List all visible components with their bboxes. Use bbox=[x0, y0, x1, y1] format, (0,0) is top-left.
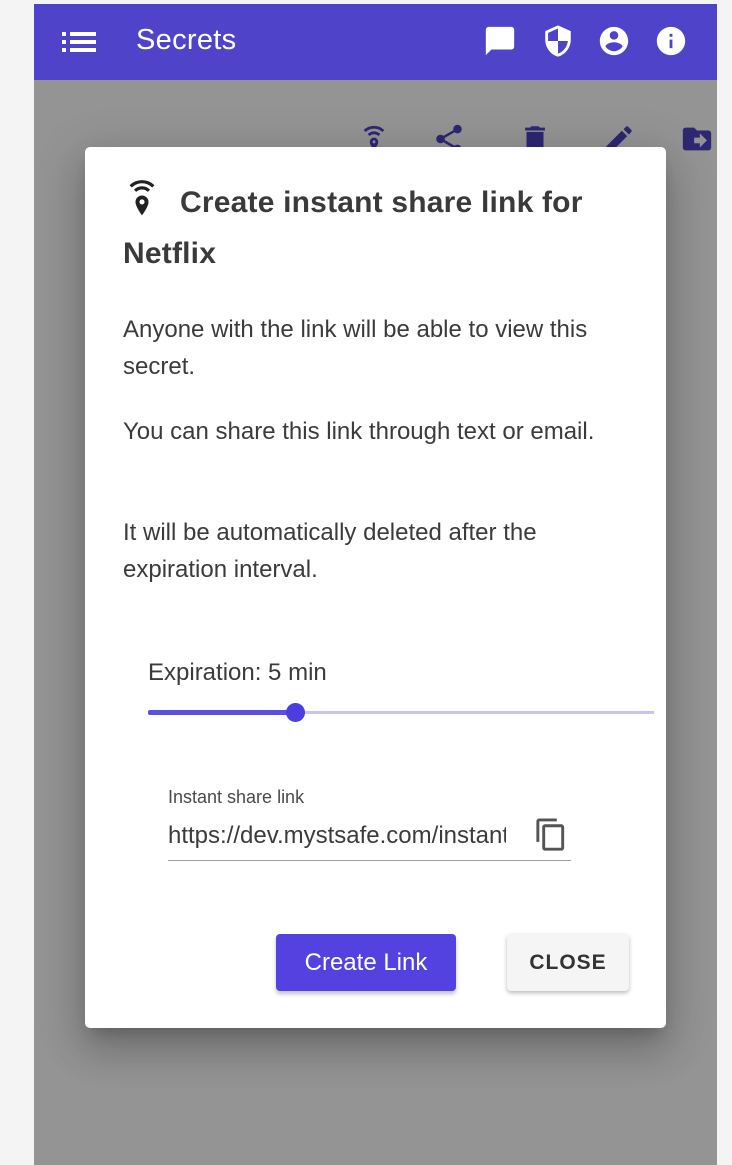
shield-icon[interactable] bbox=[541, 24, 575, 58]
info-icon[interactable] bbox=[654, 24, 688, 58]
dialog-text-share-method: You can share this link through text or … bbox=[123, 418, 595, 445]
slider-fill bbox=[148, 710, 295, 715]
app-bar: Secrets bbox=[34, 4, 717, 80]
instant-share-link-field[interactable] bbox=[168, 817, 506, 855]
dialog-text-visibility: Anyone with the link will be able to vie… bbox=[123, 316, 588, 380]
dialog-text-expiration-note: It will be automatically deleted after t… bbox=[123, 519, 537, 583]
copy-icon[interactable] bbox=[533, 817, 569, 855]
dialog-title-text: Create instant share link for bbox=[180, 186, 583, 219]
slider-thumb[interactable] bbox=[285, 703, 305, 722]
instant-share-dialog: Create instant share link for Netflix An… bbox=[85, 147, 666, 1028]
expiration-slider[interactable] bbox=[148, 703, 654, 723]
list-icon[interactable] bbox=[62, 30, 96, 54]
expiration-label: Expiration: 5 min bbox=[148, 659, 327, 686]
dialog-title: Create instant share link for Netflix bbox=[123, 177, 623, 279]
page-title: Secrets bbox=[136, 24, 237, 56]
dialog-title-secret-name: Netflix bbox=[123, 237, 217, 270]
message-icon[interactable] bbox=[483, 24, 517, 58]
close-button[interactable]: CLOSE bbox=[507, 934, 629, 991]
account-icon[interactable] bbox=[597, 24, 631, 58]
field-underline bbox=[168, 860, 571, 861]
create-link-button[interactable]: Create Link bbox=[276, 934, 456, 991]
instant-share-link-label: Instant share link bbox=[168, 787, 305, 807]
